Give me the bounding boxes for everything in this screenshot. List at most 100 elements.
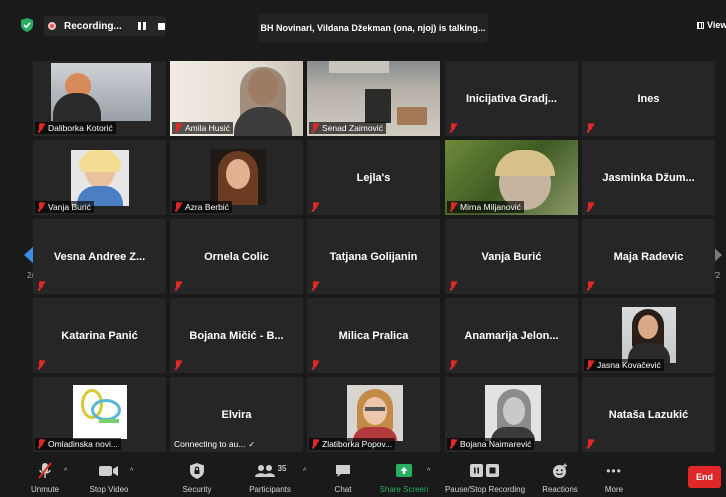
participant-tile[interactable]: Mirna Miljanović bbox=[445, 140, 578, 215]
pause-stop-recording-button[interactable]: Pause/Stop Recording bbox=[442, 460, 528, 497]
participant-name-label: Senad Zaimović bbox=[309, 122, 386, 134]
participants-count: 35 bbox=[277, 463, 287, 473]
participant-tile[interactable]: Jasminka Džum... bbox=[582, 140, 715, 215]
participant-video bbox=[485, 385, 541, 441]
participant-gallery: Daliborka Kotorić Amila Husić Senad Zaim… bbox=[0, 0, 726, 460]
muted-mic-icon bbox=[449, 281, 457, 291]
reactions-label: Reactions bbox=[542, 485, 578, 494]
participant-tile[interactable]: Vanja Burić bbox=[445, 219, 578, 294]
participants-options-caret-icon[interactable]: ^ bbox=[303, 468, 306, 475]
muted-mic-icon bbox=[586, 439, 594, 449]
participant-name-label: Zlatiborka Popov... bbox=[309, 438, 396, 450]
participant-tile[interactable]: Nataša Lazukić bbox=[582, 377, 715, 452]
muted-mic-icon bbox=[311, 439, 319, 449]
participant-tile[interactable]: Ines bbox=[582, 61, 715, 136]
muted-mic-icon bbox=[586, 360, 594, 370]
participant-video bbox=[347, 385, 403, 441]
connection-status-label: Connecting to au... ✓ bbox=[174, 439, 256, 449]
participant-tile[interactable]: Milica Pralica bbox=[307, 298, 440, 373]
participant-tile[interactable]: Anamarija Jelon... bbox=[445, 298, 578, 373]
smiley-icon bbox=[553, 463, 567, 478]
participant-name: Maja Radevic bbox=[613, 250, 684, 263]
muted-mic-icon bbox=[37, 202, 45, 212]
participant-name: Vesna Andree Z... bbox=[53, 250, 146, 263]
participant-video bbox=[71, 150, 129, 206]
chat-label: Chat bbox=[334, 485, 352, 494]
muted-mic-icon bbox=[174, 123, 182, 133]
security-button[interactable]: Security bbox=[178, 460, 216, 497]
participant-name-label: Mirna Miljanović bbox=[447, 201, 524, 213]
muted-mic-icon bbox=[449, 360, 457, 370]
share-screen-button[interactable]: Share Screen bbox=[378, 460, 430, 497]
muted-mic-icon bbox=[586, 123, 594, 133]
video-options-caret-icon[interactable]: ^ bbox=[130, 468, 133, 475]
chat-bubble-icon bbox=[336, 465, 350, 477]
participant-name: Katarina Panić bbox=[61, 329, 138, 342]
participant-tile[interactable]: Vanja Burić bbox=[33, 140, 166, 215]
share-options-caret-icon[interactable]: ^ bbox=[427, 468, 430, 475]
participant-name: Inicijativa Gradj... bbox=[465, 92, 558, 105]
muted-mic-icon bbox=[449, 439, 457, 449]
security-shield-icon bbox=[190, 463, 204, 479]
participant-tile[interactable]: Jasna Kovačević bbox=[582, 298, 715, 373]
participant-name-label: Jasna Kovačević bbox=[584, 359, 664, 371]
unmute-button[interactable]: Unmute bbox=[26, 460, 64, 497]
chat-button[interactable]: Chat bbox=[328, 460, 358, 497]
unmute-label: Unmute bbox=[30, 485, 59, 494]
participants-button[interactable]: 35 Participants bbox=[244, 460, 296, 497]
participant-tile[interactable]: Tatjana Golijanin bbox=[307, 219, 440, 294]
participant-tile[interactable]: Ornela Colic bbox=[170, 219, 303, 294]
more-dots-icon: ••• bbox=[606, 464, 622, 478]
participants-label: Participants bbox=[249, 485, 291, 494]
participant-tile[interactable]: Azra Berbić bbox=[170, 140, 303, 215]
stop-video-button[interactable]: Stop Video bbox=[84, 460, 134, 497]
muted-mic-icon bbox=[311, 360, 319, 370]
participant-tile[interactable]: Daliborka Kotorić bbox=[33, 61, 166, 136]
muted-mic-icon bbox=[311, 281, 319, 291]
participant-name: Nataša Lazukić bbox=[608, 408, 689, 421]
participant-name: Tatjana Golijanin bbox=[329, 250, 418, 263]
participant-tile[interactable]: Zlatiborka Popov... bbox=[307, 377, 440, 452]
muted-mic-icon bbox=[37, 123, 45, 133]
participant-video bbox=[210, 149, 266, 205]
check-icon: ✓ bbox=[248, 439, 256, 449]
muted-mic-icon bbox=[174, 360, 182, 370]
participant-name-label: Amila Husić bbox=[172, 122, 233, 134]
muted-mic-icon bbox=[311, 123, 319, 133]
end-meeting-button[interactable]: End bbox=[688, 466, 721, 488]
participant-video bbox=[73, 385, 127, 439]
muted-mic-icon bbox=[311, 202, 319, 212]
participant-tile[interactable]: Vesna Andree Z... bbox=[33, 219, 166, 294]
muted-microphone-icon bbox=[38, 462, 52, 479]
participant-tile[interactable]: Omladinska novi... bbox=[33, 377, 166, 452]
participant-name-label: Vanja Burić bbox=[35, 201, 94, 213]
participant-tile[interactable]: Elvira Connecting to au... ✓ bbox=[170, 377, 303, 452]
share-screen-arrow-icon bbox=[396, 464, 412, 477]
muted-mic-icon bbox=[449, 123, 457, 133]
participant-tile[interactable]: Lejla's bbox=[307, 140, 440, 215]
participant-tile[interactable]: Amila Husić bbox=[170, 61, 303, 136]
participant-tile[interactable]: Inicijativa Gradj... bbox=[445, 61, 578, 136]
participant-name: Milica Pralica bbox=[338, 329, 409, 342]
reactions-button[interactable]: Reactions bbox=[538, 460, 582, 497]
share-screen-label: Share Screen bbox=[379, 485, 429, 494]
participant-video bbox=[51, 63, 151, 121]
participant-tile[interactable]: Bojana Naimarević bbox=[445, 377, 578, 452]
pause-stop-recording-label: Pause/Stop Recording bbox=[444, 485, 526, 494]
participant-tile[interactable]: Bojana Mičić - B... bbox=[170, 298, 303, 373]
participant-tile[interactable]: Senad Zaimović bbox=[307, 61, 440, 136]
audio-options-caret-icon[interactable]: ^ bbox=[64, 468, 67, 475]
participant-name: Ines bbox=[637, 92, 660, 105]
participant-name: Lejla's bbox=[356, 171, 391, 184]
more-button[interactable]: ••• More bbox=[598, 460, 630, 497]
pause-stop-icon bbox=[470, 464, 499, 477]
participant-name: Anamarija Jelon... bbox=[464, 329, 559, 342]
participant-video bbox=[622, 307, 676, 363]
participant-name: Vanja Burić bbox=[481, 250, 542, 263]
participant-name-label: Omladinska novi... bbox=[35, 438, 121, 450]
participant-name: Jasminka Džum... bbox=[602, 171, 695, 184]
participants-icon bbox=[254, 465, 275, 477]
participant-tile[interactable]: Katarina Panić bbox=[33, 298, 166, 373]
participant-tile[interactable]: Maja Radevic bbox=[582, 219, 715, 294]
muted-mic-icon bbox=[449, 202, 457, 212]
